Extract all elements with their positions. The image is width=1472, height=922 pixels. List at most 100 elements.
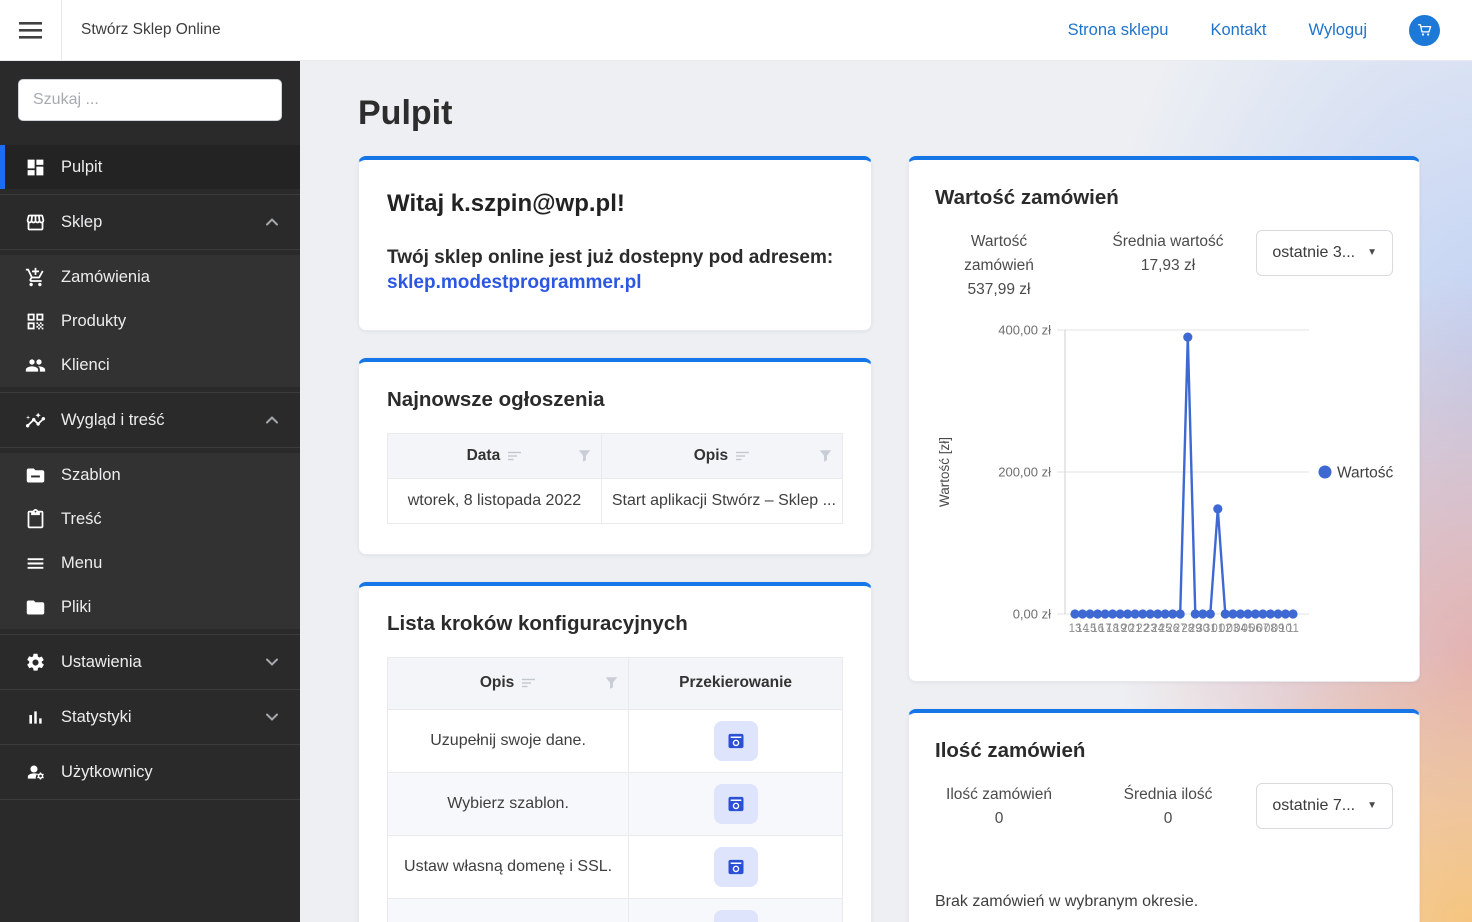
table-row: Wybierz szablon. [386,771,843,836]
preview-icon [726,794,746,814]
legend-label: Wartość [1337,465,1394,482]
topbar-links: Strona sklepu Kontakt Wyloguj [1068,14,1472,46]
order-count-title: Ilość zamówień [935,739,1086,763]
filter-icon[interactable] [578,449,591,462]
steps-title: Lista kroków konfiguracyjnych [387,611,688,635]
sidebar-divider [0,447,300,448]
orders-value-chart: 400,00 zł 200,00 zł 0,00 zł Wartość [zł] 13 1… [935,314,1394,651]
sidebar-item-zamowienia[interactable]: Zamówienia [0,255,300,299]
empty-period-message: Brak zamówień w wybranym okresie. [935,893,1199,911]
table-cell: Start aplikacji Stwórz – Sklep ... [600,477,844,524]
logout-link[interactable]: Wyloguj [1308,21,1367,40]
table-row: wtorek, 8 listopada 2022 Start aplikacji … [387,477,844,524]
app-title: Stwórz Sklep Online [81,21,221,38]
sidebar-item-pulpit[interactable]: Pulpit [0,145,300,189]
page-title: Pulpit [358,94,453,132]
sidebar: Pulpit Sklep Zamówienia Produkty Klienci Wygl… [0,60,300,922]
search-input[interactable] [18,79,282,121]
sidebar-item-szablon[interactable]: Szablon [0,453,300,497]
table-row: Dostosuj treści wyświetlane ... [386,897,843,922]
welcome-subtitle: Twój sklep online jest już dostepny pod … [387,247,834,268]
manage-accounts-icon [24,761,46,783]
main-content: Pulpit Witaj k.szpin@wp.pl! Twój sklep o… [300,60,1472,922]
step-redirect-cell [628,834,843,899]
chevron-up-icon [266,416,278,424]
order-value-total: 537,99 zł [967,281,1031,299]
order-count-total: 0 [994,810,1004,828]
preview-button[interactable] [713,720,758,761]
sidebar-divider [0,689,300,690]
sidebar-item-label: Użytkownicy [61,762,153,781]
steps-table: Opis Przekierowanie Uzupełnij swoje dane. W… [386,656,843,922]
sidebar-item-wyglad-i-tresc[interactable]: Wygląd i treść [0,398,300,442]
shop-page-link[interactable]: Strona sklepu [1068,21,1169,40]
sidebar-divider [0,249,300,250]
gear-icon [24,651,46,673]
sort-icon[interactable] [508,451,522,461]
column-header-1[interactable]: Przekierowanie [628,656,843,710]
sidebar-item-label: Szablon [61,465,121,484]
filter-icon[interactable] [605,677,618,690]
sidebar-item-ustawienia[interactable]: Ustawienia [0,640,300,684]
preview-icon [726,857,746,877]
svg-text:200,00 zł: 200,00 zł [998,465,1051,480]
contact-link[interactable]: Kontakt [1210,21,1266,40]
group-icon [24,354,46,376]
sort-icon[interactable] [522,678,536,688]
sidebar-item-label: Wygląd i treść [61,410,165,429]
step-redirect-cell [628,771,843,836]
sort-icon[interactable] [736,451,750,461]
announcements-table: Data Opis wtorek, 8 listopada 2022 Start ap… [387,432,844,524]
account-avatar[interactable] [1409,14,1440,46]
sidebar-item-tresc[interactable]: Treść [0,497,300,541]
column-label: Opis [693,446,729,464]
preview-icon [726,731,746,751]
folder-snippet-icon [24,464,46,486]
sidebar-item-label: Pliki [61,597,92,616]
sidebar-item-produkty[interactable]: Produkty [0,299,300,343]
preview-button[interactable] [713,846,758,887]
steps-card: Lista kroków konfiguracyjnych Opis Przeki… [358,581,872,922]
order-value-average-stat: Średnia wartość 17,93 zł [1112,233,1224,275]
sidebar-item-pliki[interactable]: Pliki [0,585,300,629]
preview-button[interactable] [713,783,758,824]
table-cell: wtorek, 8 listopada 2022 [387,477,602,524]
chevron-down-icon [266,713,278,721]
topbar: Stwórz Sklep Online Strona sklepu Kontak… [0,0,1472,60]
hamburger-icon [19,21,42,39]
column-header-1[interactable]: Opis [600,432,844,479]
order-count-card: Ilość zamówień Ilość zamówień 0 Średnia … [908,709,1420,922]
column-header-0[interactable]: Opis [386,656,630,710]
order-count-stat: Ilość zamówień 0 [946,786,1052,828]
sidebar-item-label: Menu [61,553,103,572]
column-header-0[interactable]: Data [387,432,602,479]
sidebar-item-label: Ustawienia [61,652,142,671]
count-range-dropdown[interactable]: ostatnie 7... ▼ [1256,783,1393,830]
dashboard-icon [24,156,46,178]
sidebar-divider [0,194,300,195]
sidebar-item-sklep[interactable]: Sklep [0,200,300,244]
sidebar-item-menu[interactable]: Menu [0,541,300,585]
order-value-average: 17,93 zł [1140,257,1196,275]
hamburger-menu-button[interactable] [0,0,62,60]
order-value-card: Wartość zamówień Wartość zamówień 537,99… [908,156,1420,683]
value-range-dropdown[interactable]: ostatnie 3... ▼ [1256,230,1393,276]
preview-button[interactable] [713,909,758,922]
bar-chart-icon [24,706,46,728]
svg-text:400,00 zł: 400,00 zł [998,323,1051,338]
order-count-average-stat: Średnia ilość 0 [1123,786,1213,828]
sidebar-item-uzytkownicy[interactable]: Użytkownicy [0,750,300,794]
cart-avatar-icon [1417,24,1431,36]
sidebar-item-statystyki[interactable]: Statystyki [0,695,300,739]
step-description: Ustaw własną domenę i SSL. [386,834,630,899]
sidebar-nav: Pulpit Sklep Zamówienia Produkty Klienci Wygl… [0,145,300,800]
sidebar-divider [0,392,300,393]
insights-icon [24,409,46,431]
qr-code-icon [24,310,46,332]
sidebar-item-klienci[interactable]: Klienci [0,343,300,387]
shop-url-link[interactable]: sklep.modestprogrammer.pl [387,272,641,293]
filter-icon[interactable] [819,449,832,462]
sidebar-item-label: Produkty [61,311,127,330]
welcome-title: Witaj k.szpin@wp.pl! [387,190,625,217]
sidebar-divider [0,799,300,800]
